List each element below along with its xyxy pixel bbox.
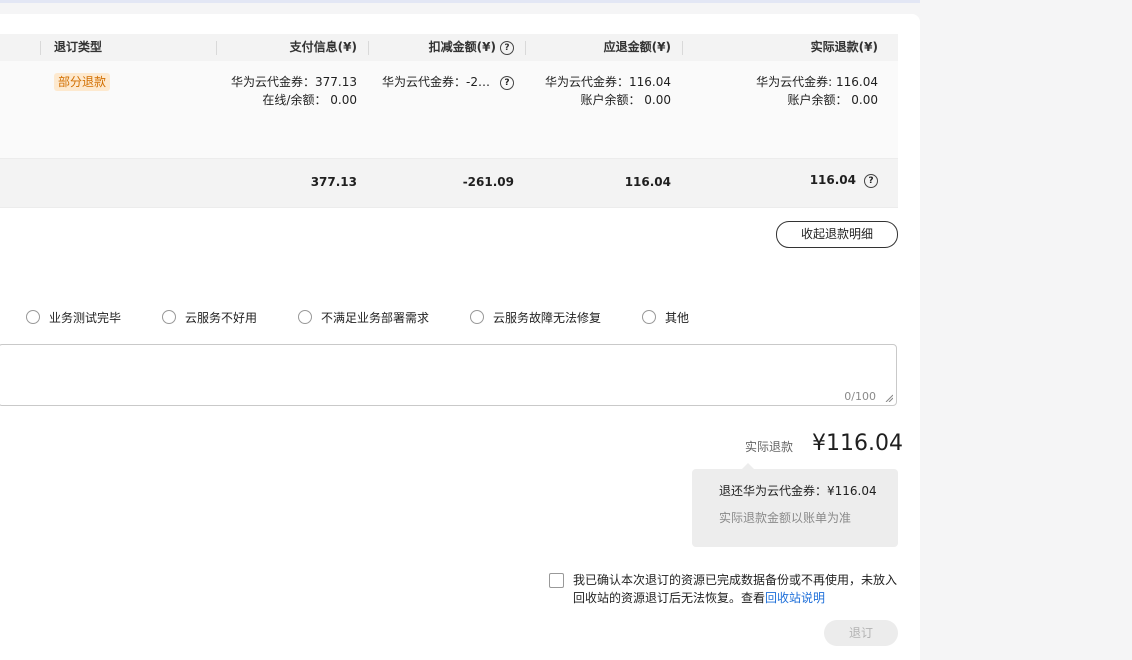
resize-handle-icon[interactable] <box>885 394 893 402</box>
remark-textarea[interactable]: 0/100 <box>0 344 897 406</box>
reason-radio-bad-service[interactable]: 云服务不好用 <box>162 308 257 326</box>
summary-actual-value: 116.04 <box>809 173 856 187</box>
reason-radio-test-finished[interactable]: 业务测试完毕 <box>26 308 121 326</box>
reason-radio-not-meet-needs[interactable]: 不满足业务部署需求 <box>298 308 429 326</box>
confirm-statement: 我已确认本次退订的资源已完成数据备份或不再使用，未放入回收站的资源退订后无法恢复… <box>573 573 898 605</box>
actual-voucher: 华为云代金券: 116.04 <box>756 75 878 89</box>
actual-refund-label: 实际退款 <box>745 440 794 454</box>
unsubscribe-button[interactable]: 退订 <box>824 620 898 646</box>
header-type: 退订类型 <box>54 40 103 54</box>
payment-balance: 在线/余额： 0.00 <box>262 93 357 107</box>
char-counter: 0/100 <box>844 390 876 403</box>
confirm-checkbox[interactable] <box>549 573 564 588</box>
header-separator <box>40 41 41 55</box>
recycle-bin-link[interactable]: 回收站说明 <box>765 591 825 605</box>
table-header: 退订类型 支付信息(¥) 扣减金额(¥)? 应退金额(¥) 实际退款(¥) <box>0 34 898 61</box>
due-voucher: 华为云代金券：116.04 <box>545 75 671 89</box>
top-strip <box>0 0 920 3</box>
header-separator <box>682 41 683 55</box>
header-separator <box>525 41 526 55</box>
header-payment: 支付信息(¥) <box>289 40 357 54</box>
reason-label: 云服务故障无法修复 <box>493 310 602 325</box>
tip-bill-note: 实际退款金额以账单为准 <box>719 511 852 525</box>
summary-deduct: -261.09 <box>462 175 514 189</box>
reason-label: 其他 <box>665 310 690 325</box>
refund-tip-box: 退还华为云代金券：¥116.04 实际退款金额以账单为准 <box>692 463 898 547</box>
due-balance: 账户余额： 0.00 <box>580 93 671 107</box>
header-due: 应退金额(¥) <box>603 40 671 54</box>
radio-circle[interactable] <box>642 310 656 324</box>
summary-due: 116.04 <box>624 175 671 189</box>
reason-label: 不满足业务部署需求 <box>321 310 430 325</box>
confirm-text: 我已确认本次退订的资源已完成数据备份或不再使用，未放入回收站的资源退订后无法恢复… <box>573 571 903 607</box>
summary-payment: 377.13 <box>310 175 357 189</box>
refund-type-tag: 部分退款 <box>54 73 111 91</box>
tip-voucher-refund: 退还华为云代金券：¥116.04 <box>719 484 877 498</box>
deduct-voucher: 华为云代金券：-2…? <box>382 73 514 91</box>
radio-circle[interactable] <box>470 310 484 324</box>
table-summary-row: 377.13 -261.09 116.04 116.04? <box>0 159 898 208</box>
header-actual: 实际退款(¥) <box>810 40 878 54</box>
radio-circle[interactable] <box>298 310 312 324</box>
header-separator <box>216 41 217 55</box>
help-icon[interactable]: ? <box>500 75 514 90</box>
summary-actual: 116.04? <box>810 173 878 188</box>
reason-label: 业务测试完毕 <box>49 310 122 325</box>
table-row: 部分退款 华为云代金券：377.13 在线/余额： 0.00 华为云代金券：-2… <box>0 61 898 159</box>
reason-label: 云服务不好用 <box>185 310 258 325</box>
header-separator <box>368 41 369 55</box>
payment-voucher: 华为云代金券：377.13 <box>231 75 357 89</box>
actual-balance: 账户余额： 0.00 <box>787 93 878 107</box>
actual-refund-amount: ¥116.04 <box>812 431 903 456</box>
header-deduct-label: 扣减金额(¥) <box>428 40 496 54</box>
help-icon[interactable]: ? <box>500 40 514 55</box>
reason-radio-other[interactable]: 其他 <box>642 308 689 326</box>
help-icon[interactable]: ? <box>864 173 878 188</box>
header-deduct: 扣减金额(¥)? <box>429 34 514 61</box>
radio-circle[interactable] <box>162 310 176 324</box>
deduct-voucher-value: 华为云代金券：-2… <box>382 75 490 89</box>
collapse-refund-details-button[interactable]: 收起退款明细 <box>776 221 898 248</box>
page-background <box>920 0 1132 660</box>
reason-radio-fault[interactable]: 云服务故障无法修复 <box>470 308 601 326</box>
radio-circle[interactable] <box>26 310 40 324</box>
